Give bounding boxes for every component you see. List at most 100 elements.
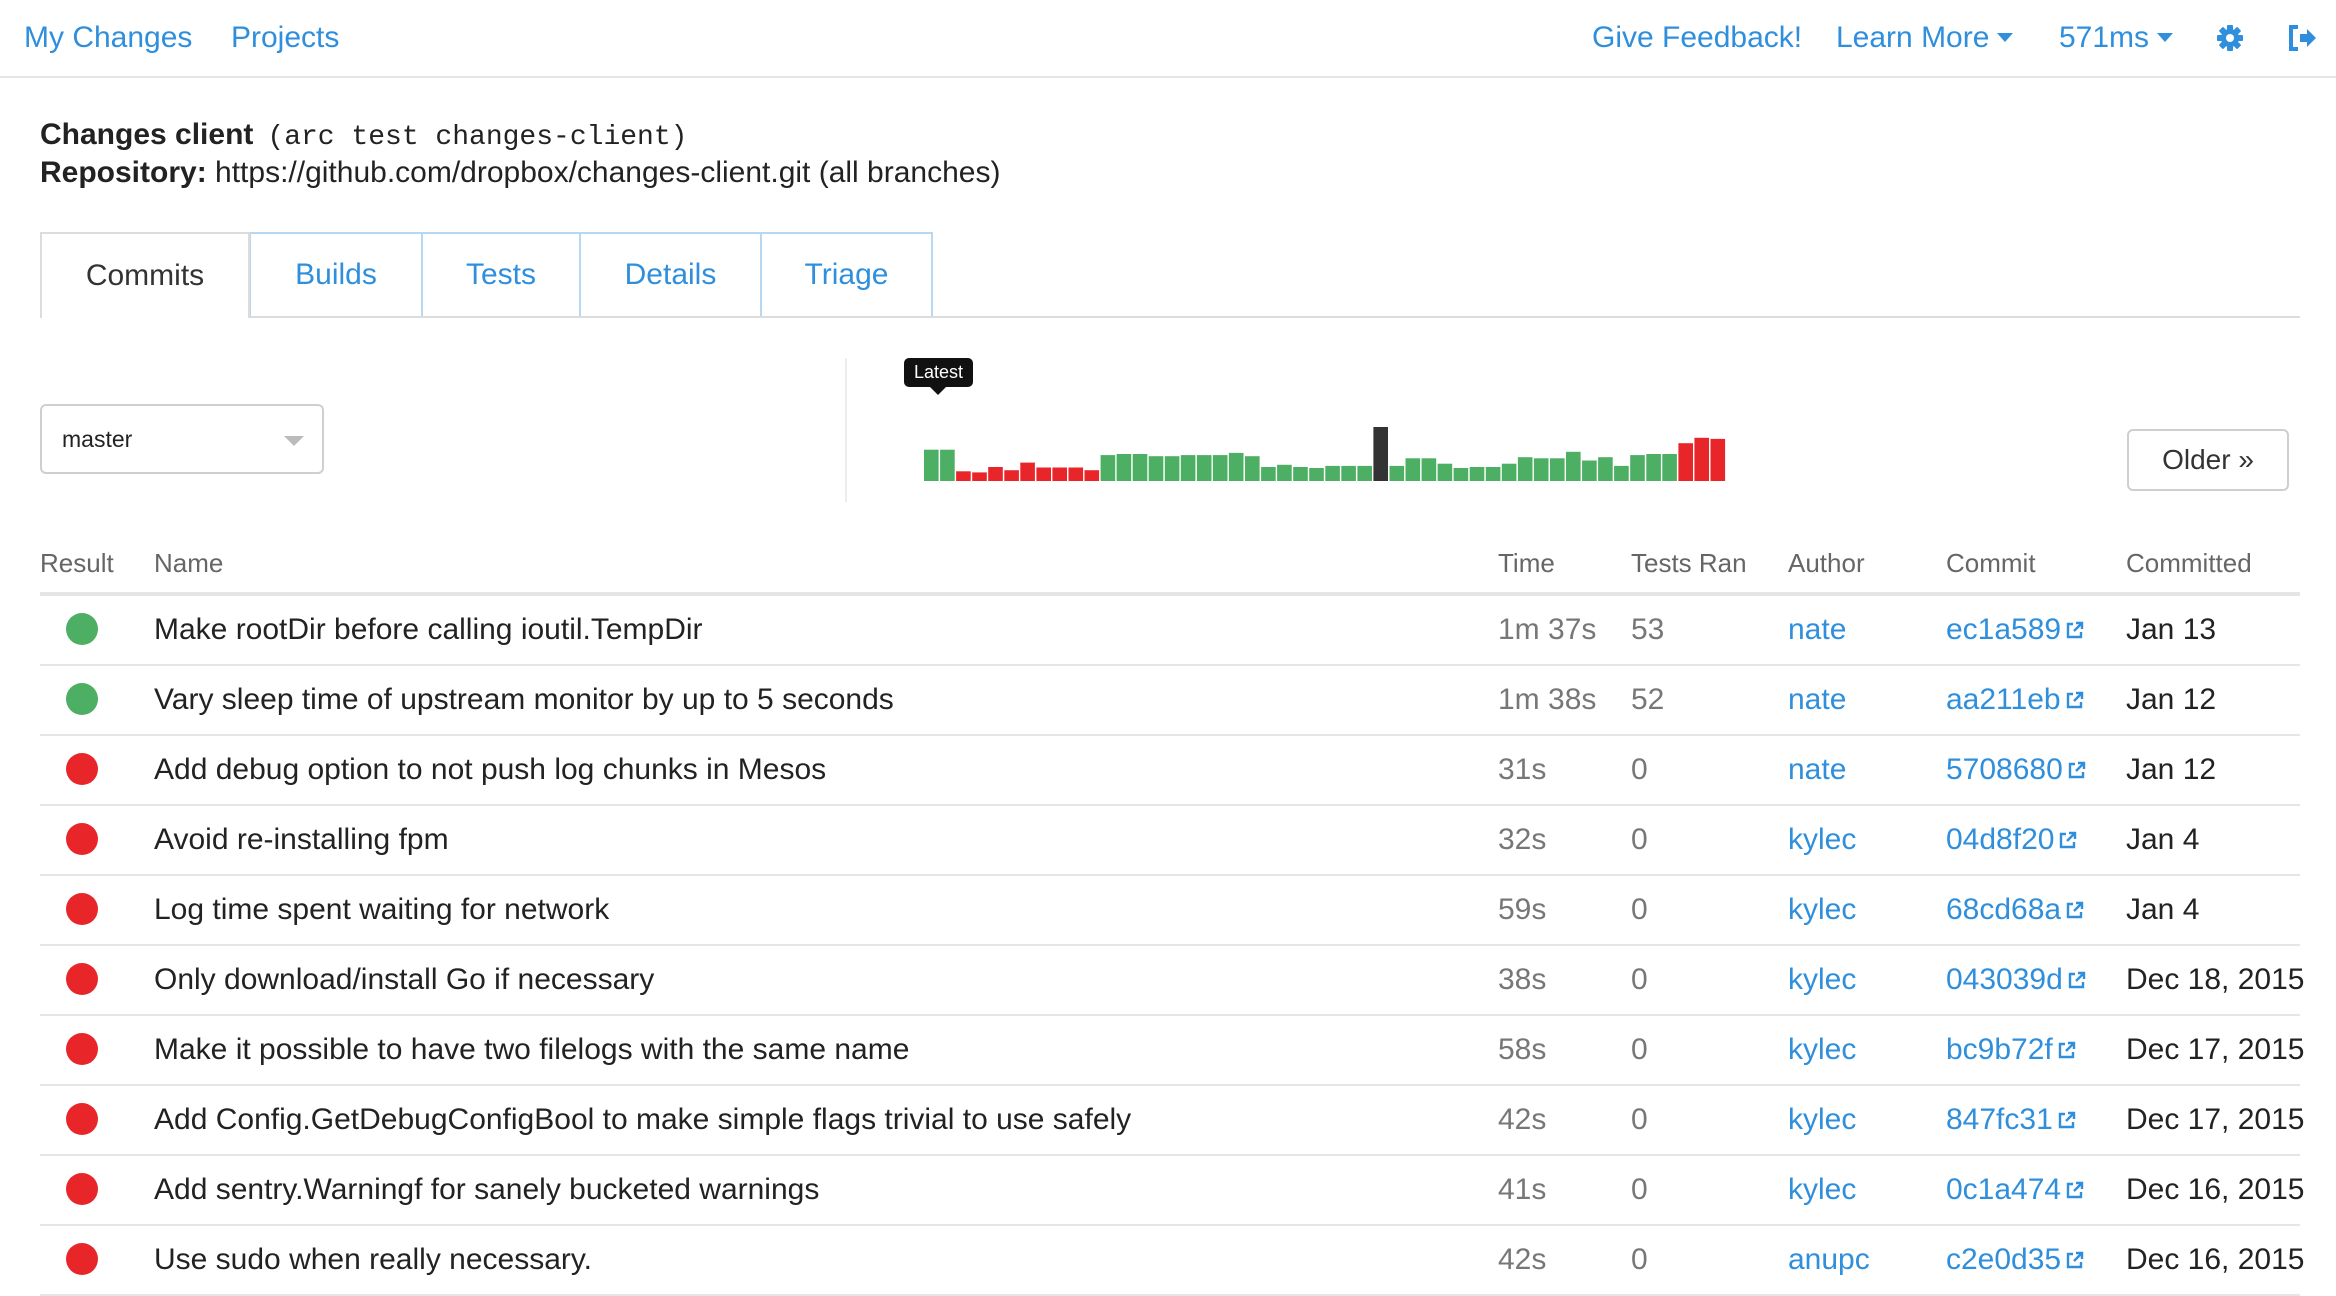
history-bar-pass[interactable] — [1100, 455, 1116, 481]
col-committed[interactable]: Committed — [2126, 548, 2252, 579]
history-bar-pass[interactable] — [1341, 465, 1356, 481]
commit-name[interactable]: Use sudo when really necessary. — [154, 1242, 592, 1278]
history-bar-fail[interactable] — [1678, 443, 1693, 481]
author-link[interactable]: nate — [1788, 612, 1846, 648]
col-commit[interactable]: Commit — [1946, 548, 2036, 579]
history-bar-fail[interactable] — [1020, 462, 1035, 481]
history-bar-fail[interactable] — [1694, 437, 1709, 481]
col-result[interactable]: Result — [40, 548, 114, 579]
commit-name[interactable]: Add Config.GetDebugConfigBool to make si… — [154, 1102, 1131, 1138]
history-bar-pass[interactable] — [1357, 465, 1372, 481]
history-bar-pass[interactable] — [1421, 458, 1437, 481]
tab-triage[interactable]: Triage — [760, 232, 933, 316]
author-link[interactable]: kylec — [1788, 892, 1856, 928]
commit-name[interactable]: Vary sleep time of upstream monitor by u… — [154, 682, 894, 718]
older-button[interactable]: Older » — [2127, 429, 2289, 491]
col-name[interactable]: Name — [154, 548, 223, 579]
commit-name[interactable]: Avoid re-installing fpm — [154, 822, 449, 858]
history-bar-pass[interactable] — [1437, 463, 1453, 481]
history-bar-fail[interactable] — [988, 467, 1003, 481]
history-bar-pass[interactable] — [1566, 451, 1581, 481]
sign-out-icon[interactable] — [2286, 22, 2318, 54]
history-bar-fail[interactable] — [956, 471, 971, 481]
author-link[interactable]: kylec — [1788, 1032, 1856, 1068]
author-link[interactable]: nate — [1788, 752, 1846, 788]
col-tests-ran[interactable]: Tests Ran — [1631, 548, 1747, 579]
nav-give-feedback[interactable]: Give Feedback! — [1592, 18, 1802, 58]
commit-link[interactable]: 68cd68a — [1946, 892, 2085, 928]
history-bar-pass[interactable] — [1309, 468, 1324, 481]
history-bar-pass[interactable] — [1325, 465, 1340, 481]
history-bar-pass[interactable] — [1485, 467, 1501, 481]
author-link[interactable]: kylec — [1788, 1102, 1856, 1138]
history-bar-fail[interactable] — [972, 472, 987, 481]
col-author[interactable]: Author — [1788, 548, 1865, 579]
history-bar-fail[interactable] — [1036, 467, 1051, 482]
history-bar-pass[interactable] — [1261, 467, 1276, 481]
nav-learn-more[interactable]: Learn More — [1836, 18, 2014, 58]
history-bar-pass[interactable] — [1533, 458, 1549, 481]
history-bar-pass[interactable] — [1293, 467, 1308, 481]
commit-link[interactable]: 0c1a474 — [1946, 1172, 2085, 1208]
history-bar-pass[interactable] — [1550, 458, 1565, 481]
history-bar-pass[interactable] — [1148, 456, 1164, 481]
commit-link[interactable]: ec1a589 — [1946, 612, 2085, 648]
history-bar-pass[interactable] — [1582, 460, 1597, 482]
history-bar-pass[interactable] — [1517, 457, 1533, 481]
tab-details[interactable]: Details — [579, 232, 762, 316]
history-bar-pass[interactable] — [1116, 454, 1132, 481]
tab-builds[interactable]: Builds — [249, 232, 423, 316]
history-bar-pass[interactable] — [1405, 458, 1421, 481]
table-row[interactable]: Use sudo when really necessary. 42s 0 an… — [40, 1226, 2304, 1296]
history-bar-pass[interactable] — [1212, 455, 1228, 481]
history-bar-pass[interactable] — [1196, 455, 1212, 481]
history-bar-pass[interactable] — [1646, 454, 1661, 481]
commit-link[interactable]: c2e0d35 — [1946, 1242, 2085, 1278]
history-bar-pass[interactable] — [1389, 465, 1405, 481]
history-bar-fail[interactable] — [1084, 470, 1100, 481]
history-bar-pass[interactable] — [1277, 464, 1292, 481]
history-bar-pass[interactable] — [1662, 454, 1677, 481]
history-bar-pass[interactable] — [1164, 456, 1180, 481]
history-bar-fail[interactable] — [1068, 467, 1084, 482]
table-row[interactable]: Vary sleep time of upstream monitor by u… — [40, 666, 2300, 736]
commit-name[interactable]: Only download/install Go if necessary — [154, 962, 654, 998]
table-row[interactable]: Make rootDir before calling ioutil.TempD… — [40, 596, 2300, 666]
history-bar-pass[interactable] — [1469, 467, 1485, 481]
history-bar-fail[interactable] — [1052, 467, 1067, 482]
table-row[interactable]: Avoid re-installing fpm 32s 0 kylec 04d8… — [40, 806, 2300, 876]
commit-link[interactable]: 847fc31 — [1946, 1102, 2077, 1138]
commit-link[interactable]: aa211eb — [1946, 682, 2085, 718]
nav-my-changes[interactable]: My Changes — [24, 18, 192, 58]
commit-link[interactable]: 04d8f20 — [1946, 822, 2078, 858]
commit-link[interactable]: 5708680 — [1946, 752, 2087, 788]
history-bar-pass[interactable] — [1614, 465, 1629, 481]
commit-name[interactable]: Log time spent waiting for network — [154, 892, 609, 928]
table-row[interactable]: Log time spent waiting for network 59s 0… — [40, 876, 2300, 946]
history-bar-fail[interactable] — [1004, 470, 1019, 481]
tab-tests[interactable]: Tests — [421, 232, 581, 316]
history-bar-pass[interactable] — [940, 449, 955, 481]
table-row[interactable]: Make it possible to have two filelogs wi… — [40, 1016, 2304, 1086]
history-bar-current[interactable] — [1373, 427, 1388, 481]
author-link[interactable]: anupc — [1788, 1242, 1870, 1278]
branch-select[interactable]: master — [40, 404, 324, 474]
history-bar-pass[interactable] — [1245, 456, 1260, 481]
table-row[interactable]: Add Config.GetDebugConfigBool to make si… — [40, 1086, 2304, 1156]
table-row[interactable]: Add sentry.Warningf for sanely bucketed … — [40, 1156, 2304, 1226]
history-bar-pass[interactable] — [1180, 455, 1196, 481]
tab-commits[interactable]: Commits — [40, 232, 250, 318]
history-bar-pass[interactable] — [1598, 457, 1613, 481]
commit-link[interactable]: bc9b72f — [1946, 1032, 2077, 1068]
author-link[interactable]: nate — [1788, 682, 1846, 718]
author-link[interactable]: kylec — [1788, 962, 1856, 998]
history-bar-fail[interactable] — [1710, 438, 1726, 481]
commit-name[interactable]: Add sentry.Warningf for sanely bucketed … — [154, 1172, 819, 1208]
nav-timing-dropdown[interactable]: 571ms — [2059, 18, 2174, 58]
history-bar-pass[interactable] — [1501, 463, 1517, 481]
commit-name[interactable]: Add debug option to not push log chunks … — [154, 752, 826, 788]
col-time[interactable]: Time — [1498, 548, 1555, 579]
table-row[interactable]: Only download/install Go if necessary 38… — [40, 946, 2304, 1016]
commit-link[interactable]: 043039d — [1946, 962, 2087, 998]
history-bar-pass[interactable] — [1630, 455, 1645, 481]
